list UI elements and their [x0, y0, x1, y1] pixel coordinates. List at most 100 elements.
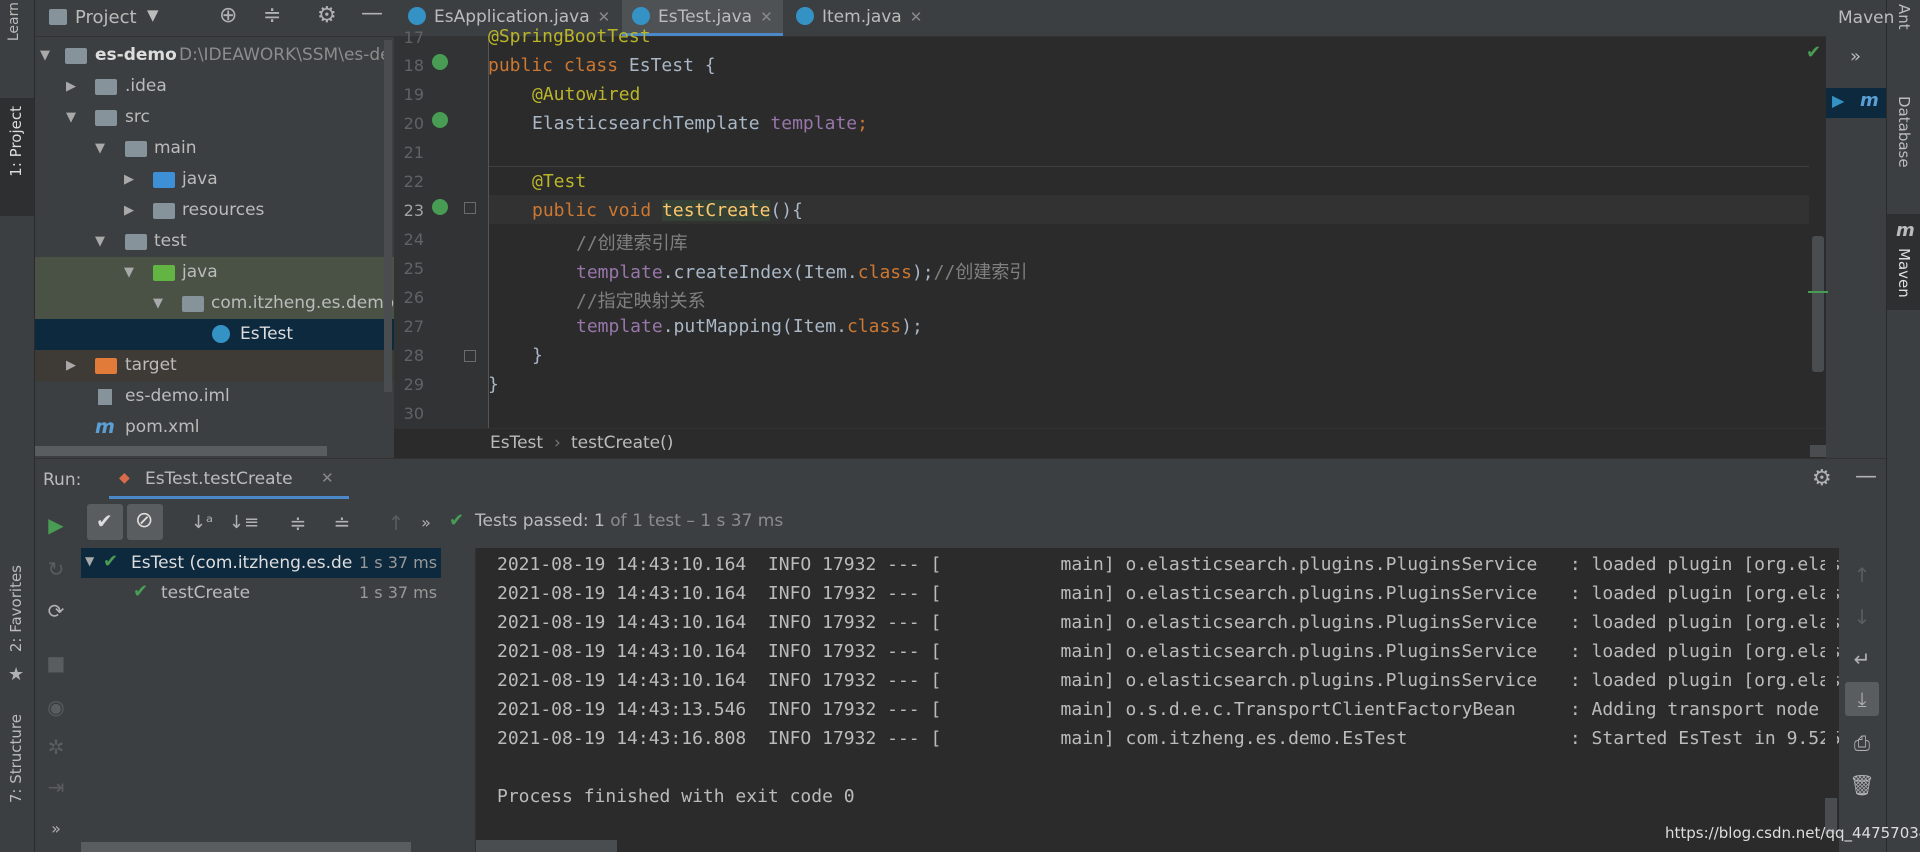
trash-icon[interactable]: 🗑	[1845, 768, 1879, 802]
code-line-20[interactable]: ElasticsearchTemplate template;	[532, 113, 868, 134]
fold-icon[interactable]	[464, 202, 476, 214]
test-row-estest[interactable]: ▼ ✔ EsTest (com.itzheng.es.den 1 s 37 ms	[81, 548, 441, 578]
expand-icon[interactable]: »	[1850, 46, 1861, 67]
show-ignored-button[interactable]: ⊘	[127, 504, 163, 540]
maven-run-row[interactable]: ▶ m	[1826, 88, 1886, 118]
run-gutter-icon[interactable]	[432, 199, 448, 215]
ant-tool-button[interactable]: Ant	[1895, 4, 1913, 30]
console-line: 2021-08-19 14:43:10.164 INFO 17932 --- […	[497, 641, 1863, 662]
collapse-all-icon[interactable]: ≑	[263, 3, 281, 28]
tree-item-target[interactable]: ▶ target	[35, 350, 394, 381]
horizontal-scrollbar[interactable]	[35, 446, 327, 456]
tree-item-es-demo[interactable]: ▼ es-demo D:\IDEAWORK\SSM\es-de	[35, 40, 394, 71]
more-icon[interactable]: »	[39, 812, 73, 846]
locate-icon[interactable]: ⊕	[219, 3, 237, 28]
code-line-17[interactable]: @SpringBootTest	[488, 26, 651, 47]
maven-tool-button[interactable]: Maven m	[1887, 214, 1920, 310]
learn-tool-button[interactable]: Learn	[6, 2, 22, 41]
previous-failed-icon[interactable]: ↑	[379, 506, 413, 540]
tree-item-pom[interactable]: m pom.xml	[35, 412, 394, 443]
camera-icon[interactable]: ◉	[39, 690, 73, 724]
breadcrumb-class[interactable]: EsTest	[490, 433, 543, 453]
tree-item-src[interactable]: ▼ src	[35, 102, 394, 133]
punct: ;	[857, 113, 868, 134]
tree-item-test-java[interactable]: ▼ java	[35, 257, 394, 288]
tree-item-main-java[interactable]: ▶ java	[35, 164, 394, 195]
project-tool-button[interactable]: 1: Project	[0, 98, 34, 216]
tab-label: EsApplication.java	[434, 7, 590, 27]
minimize-icon[interactable]: —	[1855, 464, 1877, 489]
more-icon[interactable]: »	[409, 506, 443, 540]
close-icon[interactable]: ✕	[910, 8, 923, 26]
field: template	[576, 316, 663, 337]
breadcrumb-method[interactable]: testCreate()	[571, 433, 673, 453]
minimize-icon[interactable]: —	[361, 1, 383, 26]
print-icon[interactable]: ⎙	[1845, 726, 1879, 760]
close-icon[interactable]: ✕	[760, 8, 773, 26]
star-icon: ★	[8, 664, 25, 685]
sort-duration-icon[interactable]: ↓≡	[227, 506, 261, 540]
vertical-scrollbar[interactable]	[384, 40, 392, 392]
editor-scrollbar[interactable]	[1812, 236, 1824, 372]
tree-item-test[interactable]: ▼ test	[35, 226, 394, 257]
favorites-tool-button[interactable]: 2: Favorites	[7, 565, 25, 652]
horizontal-scrollbar[interactable]	[81, 842, 411, 852]
tab-item[interactable]: Item.java ✕	[796, 0, 922, 36]
code-line-19[interactable]: @Autowired	[532, 84, 640, 105]
gear-icon[interactable]: ⚙	[317, 3, 337, 28]
tree-item-label: java	[182, 262, 218, 282]
close-icon[interactable]: ✕	[598, 8, 611, 26]
tree-item-estest[interactable]: EsTest	[35, 319, 394, 350]
toggle-autotest-icon[interactable]: ⟳	[39, 594, 73, 628]
code-text: }	[532, 345, 543, 366]
code-line-25[interactable]: template.createIndex(Item.class);//创建索引	[576, 258, 1027, 284]
bean-gutter-icon[interactable]	[432, 112, 448, 128]
soft-wrap-icon[interactable]: ↵	[1845, 642, 1879, 676]
tab-run-estest[interactable]: EsTest.testCreate ✕ ◆	[109, 459, 349, 499]
project-panel-title[interactable]: Project	[75, 7, 137, 28]
code-line-28[interactable]: }	[532, 345, 543, 366]
settings-icon[interactable]: ✲	[39, 730, 73, 764]
arrow-up-icon[interactable]: ↑	[1845, 558, 1879, 592]
run-gutter-icon[interactable]	[432, 54, 448, 70]
close-icon[interactable]: ✕	[321, 469, 334, 487]
expand-all-icon[interactable]: ≑	[281, 506, 315, 540]
stop-icon[interactable]: ■	[39, 646, 73, 680]
sort-alpha-icon[interactable]: ↓ᵃ	[185, 506, 219, 540]
gear-icon[interactable]: ⚙	[1812, 466, 1832, 491]
database-tool-button[interactable]: Database	[1895, 96, 1913, 168]
tree-item-idea[interactable]: ▶ .idea	[35, 71, 394, 102]
show-passed-button[interactable]: ✔	[87, 504, 123, 540]
fold-icon[interactable]	[464, 350, 476, 362]
code-line-18[interactable]: public class EsTest {	[488, 55, 716, 76]
method-separator	[489, 166, 1809, 167]
chevron-down-icon[interactable]: ▼	[147, 6, 159, 24]
tree-item-package[interactable]: ▼ com.itzheng.es.demo	[35, 288, 394, 319]
code-line-26[interactable]: //指定映射关系	[576, 287, 706, 313]
test-row-testcreate[interactable]: ✔ testCreate 1 s 37 ms	[81, 578, 441, 608]
scroll-to-end-icon[interactable]: ⤓	[1845, 682, 1879, 716]
rerun-icon[interactable]: ▶	[39, 508, 73, 542]
code-line-27[interactable]: template.putMapping(Item.class);	[576, 316, 923, 337]
arrow-down-icon[interactable]: ↓	[1845, 600, 1879, 634]
collapse-all-icon[interactable]: ≐	[325, 506, 359, 540]
code-line-24[interactable]: //创建索引库	[576, 229, 688, 255]
tree-item-resources[interactable]: ▶ resources	[35, 195, 394, 226]
exit-icon[interactable]: ⇥	[39, 770, 73, 804]
code-line-23[interactable]: public void testCreate(){	[532, 200, 803, 221]
rerun-failed-icon[interactable]: ↻	[39, 552, 73, 586]
check-icon: ✔	[449, 510, 465, 531]
console-line: 2021-08-19 14:43:16.808 INFO 17932 --- […	[497, 728, 1863, 749]
console-h-scrollbar[interactable]	[476, 840, 617, 852]
tree-item-iml[interactable]: es-demo.iml	[35, 381, 394, 412]
maven-panel-stub: Maven ▶ m »	[1826, 0, 1894, 458]
h-scrollbar-stub[interactable]	[1810, 445, 1826, 457]
annotation: @Autowired	[532, 84, 641, 105]
change-marker	[1808, 291, 1828, 293]
tree-item-main[interactable]: ▼ main	[35, 133, 394, 164]
maven-panel-title: Maven	[1838, 8, 1895, 28]
inspection-ok-icon[interactable]: ✔	[1806, 42, 1821, 63]
structure-tool-button[interactable]: 7: Structure	[7, 714, 25, 803]
code-line-22[interactable]: @Test	[532, 171, 586, 192]
code-line-29[interactable]: }	[488, 374, 499, 395]
